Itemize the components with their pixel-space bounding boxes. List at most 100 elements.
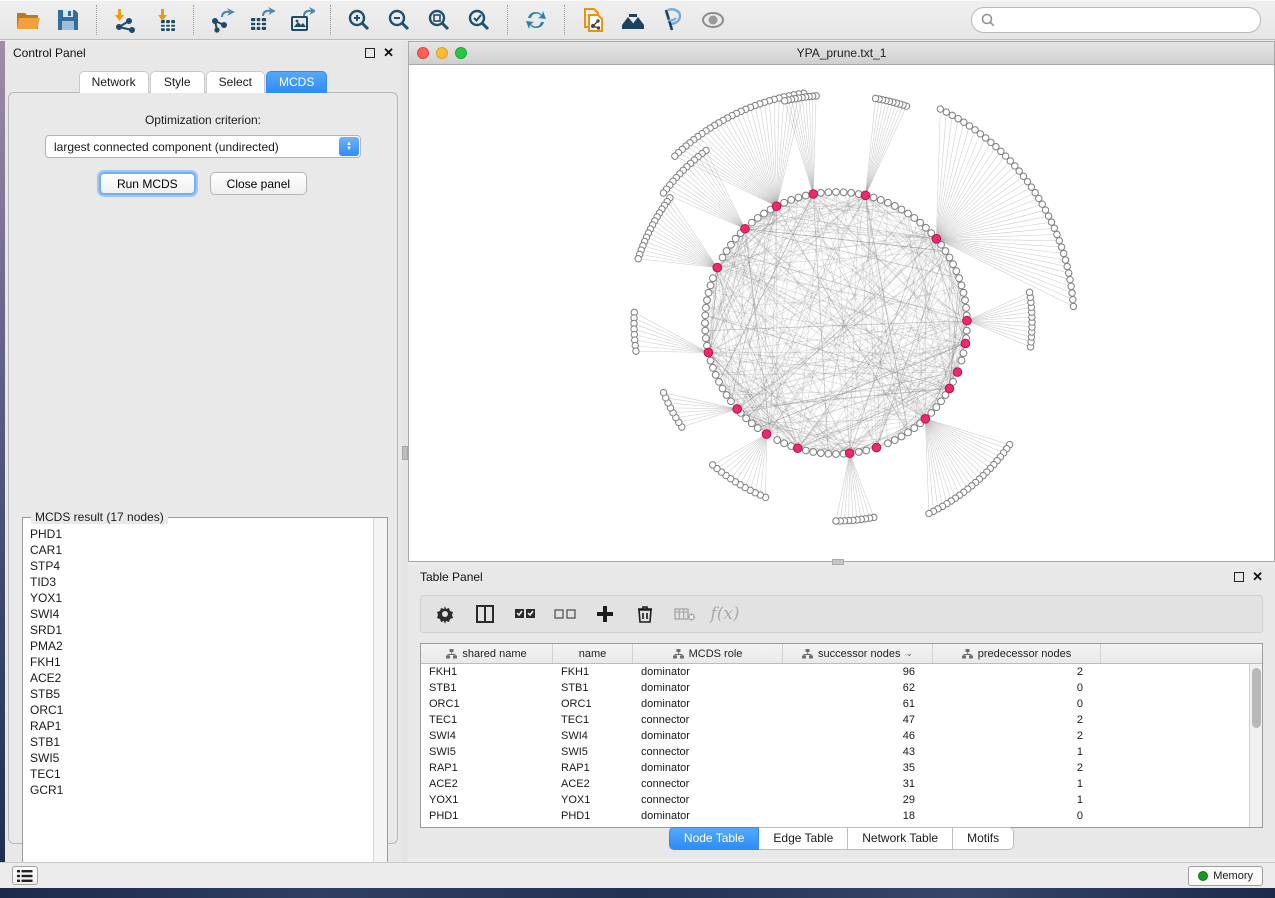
deselect-all-icon[interactable] (553, 602, 577, 626)
search-box[interactable] (971, 7, 1261, 33)
mcds-tab-content: Optimization criterion: largest connecte… (8, 92, 398, 844)
table-settings-icon[interactable] (433, 602, 457, 626)
mcds-result-scrollbar[interactable] (373, 518, 387, 882)
zoom-out-icon[interactable] (385, 6, 413, 34)
tab-style[interactable]: Style (150, 71, 205, 93)
result-item[interactable]: ACE2 (30, 670, 366, 686)
criterion-dropdown[interactable]: largest connected component (undirected)… (45, 135, 361, 158)
split-table-icon[interactable] (473, 602, 497, 626)
float-table-panel-icon[interactable] (1234, 572, 1244, 582)
result-item[interactable]: SRD1 (30, 622, 366, 638)
cell-shared-name: SWI5 (421, 746, 553, 758)
table-row[interactable]: STB1STB1dominator620 (421, 680, 1249, 696)
clone-network-icon[interactable] (579, 6, 607, 34)
cell-shared-name: ORC1 (421, 698, 553, 710)
result-item[interactable]: RAP1 (30, 718, 366, 734)
result-item[interactable]: CAR1 (30, 542, 366, 558)
task-history-button[interactable] (12, 866, 38, 885)
add-column-icon[interactable] (593, 602, 617, 626)
cell-predecessor-nodes: 2 (933, 714, 1101, 726)
export-image-icon[interactable] (288, 6, 316, 34)
column-header-name[interactable]: name (553, 644, 633, 663)
result-item[interactable]: TEC1 (30, 766, 366, 782)
vizmap-icon[interactable] (659, 6, 687, 34)
run-mcds-button[interactable]: Run MCDS (99, 172, 196, 195)
result-item[interactable]: YOX1 (30, 590, 366, 606)
search-input[interactable] (996, 13, 1252, 27)
cell-name: RAP1 (553, 762, 633, 774)
select-all-icon[interactable] (513, 602, 537, 626)
result-item[interactable]: GCR1 (30, 782, 366, 798)
tab-node-table[interactable]: Node Table (669, 827, 760, 850)
result-item[interactable]: STB5 (30, 686, 366, 702)
table-row[interactable]: ACE2ACE2connector311 (421, 776, 1249, 792)
result-item[interactable]: SWI4 (30, 606, 366, 622)
cell-shared-name: STB1 (421, 682, 553, 694)
cell-name: FKH1 (553, 666, 633, 678)
table-row[interactable]: FKH1FKH1dominator962 (421, 664, 1249, 680)
zoom-selected-icon[interactable] (465, 6, 493, 34)
mcds-result-list[interactable]: PHD1CAR1STP4TID3YOX1SWI4SRD1PMA2FKH1ACE2… (24, 524, 372, 881)
cell-successor-nodes: 35 (783, 762, 933, 774)
network-canvas[interactable] (409, 65, 1274, 561)
mcds-result-title: MCDS result (17 nodes) (31, 510, 168, 524)
float-panel-icon[interactable] (365, 48, 375, 58)
export-network-icon[interactable] (208, 6, 236, 34)
export-table-icon[interactable] (248, 6, 276, 34)
main-toolbar (0, 0, 1275, 40)
status-bar: Memory (0, 862, 1275, 888)
cell-predecessor-nodes: 1 (933, 746, 1101, 758)
node-table-scrollbar[interactable] (1249, 664, 1262, 827)
tab-mcds[interactable]: MCDS (266, 71, 327, 93)
search-icon (980, 12, 996, 28)
result-item[interactable]: TID3 (30, 574, 366, 590)
tab-network[interactable]: Network (79, 71, 149, 93)
result-item[interactable]: STP4 (30, 558, 366, 574)
result-item[interactable]: ORC1 (30, 702, 366, 718)
refresh-layout-icon[interactable] (522, 6, 550, 34)
result-item[interactable]: STB1 (30, 734, 366, 750)
tab-select[interactable]: Select (206, 71, 265, 93)
node-table-scroll-thumb[interactable] (1252, 668, 1261, 728)
close-table-panel-icon[interactable]: ✕ (1252, 572, 1263, 582)
result-item[interactable]: PHD1 (30, 526, 366, 542)
column-header-label: shared name (462, 648, 526, 660)
network-canvas-svg (409, 65, 1274, 561)
column-header-predecessor-nodes[interactable]: predecessor nodes (933, 644, 1101, 663)
cell-predecessor-nodes: 0 (933, 698, 1101, 710)
tab-network-table[interactable]: Network Table (848, 827, 953, 850)
delete-column-icon[interactable] (633, 602, 657, 626)
zoom-fit-icon[interactable] (425, 6, 453, 34)
tab-edge-table[interactable]: Edge Table (759, 827, 848, 850)
cell-MCDS-role: dominator (633, 810, 783, 822)
cell-predecessor-nodes: 2 (933, 762, 1101, 774)
hide-details-icon[interactable] (699, 6, 727, 34)
column-header-successor-nodes[interactable]: successor nodes⌄ (783, 644, 933, 663)
cell-name: SWI4 (553, 730, 633, 742)
table-row[interactable]: YOX1YOX1connector291 (421, 792, 1249, 808)
column-header-MCDS-role[interactable]: MCDS role (633, 644, 783, 663)
close-panel-button[interactable]: Close panel (210, 172, 307, 195)
first-neighbors-icon[interactable] (619, 6, 647, 34)
tab-motifs[interactable]: Motifs (953, 827, 1014, 850)
network-window-title: YPA_prune.txt_1 (409, 46, 1274, 60)
result-item[interactable]: FKH1 (30, 654, 366, 670)
close-panel-icon[interactable]: ✕ (383, 48, 394, 58)
table-row[interactable]: SWI4SWI4dominator462 (421, 728, 1249, 744)
result-item[interactable]: SWI5 (30, 750, 366, 766)
network-window-titlebar[interactable]: YPA_prune.txt_1 (409, 42, 1274, 65)
result-item[interactable]: PMA2 (30, 638, 366, 654)
column-header-shared-name[interactable]: shared name (421, 644, 553, 663)
import-network-icon[interactable] (111, 6, 139, 34)
save-session-icon[interactable] (54, 6, 82, 34)
attribute-type-icon (673, 649, 684, 659)
zoom-in-icon[interactable] (345, 6, 373, 34)
table-row[interactable]: SWI5SWI5connector431 (421, 744, 1249, 760)
table-row[interactable]: ORC1ORC1dominator610 (421, 696, 1249, 712)
memory-button[interactable]: Memory (1188, 866, 1263, 886)
open-file-icon[interactable] (14, 6, 42, 34)
table-row[interactable]: TEC1TEC1connector472 (421, 712, 1249, 728)
import-table-icon[interactable] (151, 6, 179, 34)
table-row[interactable]: RAP1RAP1dominator352 (421, 760, 1249, 776)
table-row[interactable]: PHD1PHD1dominator180 (421, 808, 1249, 824)
